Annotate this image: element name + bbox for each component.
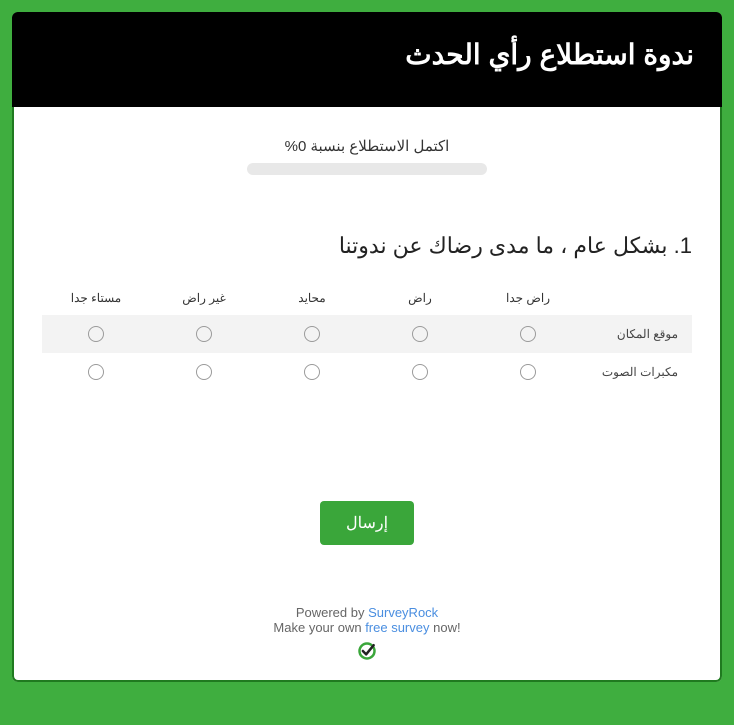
radio-option[interactable] (520, 364, 536, 380)
radio-option[interactable] (412, 326, 428, 342)
survey-title: ندوة استطلاع رأي الحدث (40, 38, 694, 71)
col-header: راض جدا (474, 285, 582, 315)
matrix-row: موقع المكان (42, 315, 692, 353)
free-survey-link[interactable]: free survey (365, 620, 429, 635)
col-header: محايد (258, 285, 366, 315)
submit-button[interactable]: إرسال (320, 501, 414, 545)
progress-bar (247, 163, 487, 175)
row-label: موقع المكان (582, 315, 692, 353)
powered-by-line: Powered by SurveyRock (12, 605, 722, 620)
radio-option[interactable] (88, 364, 104, 380)
make-suffix: now! (430, 620, 461, 635)
radio-option[interactable] (520, 326, 536, 342)
progress: اكتمل الاستطلاع بنسبة 0% (12, 137, 722, 175)
radio-option[interactable] (304, 326, 320, 342)
radio-option[interactable] (88, 326, 104, 342)
powered-by-link[interactable]: SurveyRock (368, 605, 438, 620)
matrix-table: مستاء جدا غير راض محايد راض راض جدا موقع… (42, 285, 692, 391)
powered-by-prefix: Powered by (296, 605, 368, 620)
col-header: راض (366, 285, 474, 315)
survey-frame: ندوة استطلاع رأي الحدث اكتمل الاستطلاع ب… (12, 12, 722, 682)
matrix-row: مكبرات الصوت (42, 353, 692, 391)
surveyrock-logo-icon (357, 641, 377, 661)
logo-wrap (12, 641, 722, 664)
col-header: غير راض (150, 285, 258, 315)
radio-option[interactable] (196, 364, 212, 380)
question-block: 1. بشكل عام ، ما مدى رضاك عن ندوتنا مستا… (42, 233, 692, 391)
col-header: مستاء جدا (42, 285, 150, 315)
make-prefix: Make your own (273, 620, 365, 635)
footer: Powered by SurveyRock Make your own free… (12, 605, 722, 682)
make-survey-line: Make your own free survey now! (12, 620, 722, 635)
radio-option[interactable] (196, 326, 212, 342)
col-header-blank (582, 285, 692, 315)
row-label: مكبرات الصوت (582, 353, 692, 391)
question-title: 1. بشكل عام ، ما مدى رضاك عن ندوتنا (42, 233, 692, 259)
survey-header: ندوة استطلاع رأي الحدث (12, 12, 722, 107)
radio-option[interactable] (304, 364, 320, 380)
submit-wrap: إرسال (12, 501, 722, 545)
progress-text: اكتمل الاستطلاع بنسبة 0% (12, 137, 722, 155)
radio-option[interactable] (412, 364, 428, 380)
